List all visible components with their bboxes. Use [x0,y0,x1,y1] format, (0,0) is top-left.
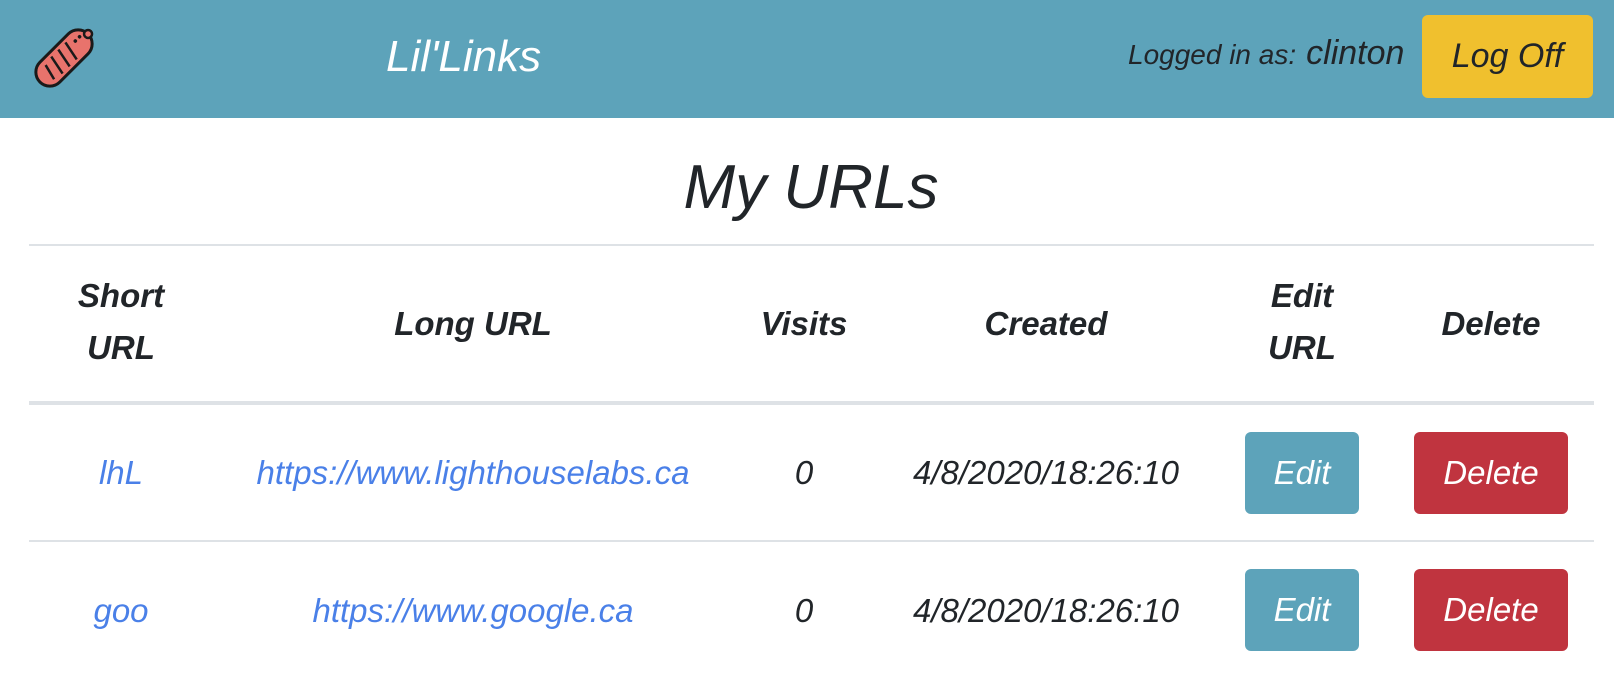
delete-button[interactable]: Delete [1414,432,1568,514]
row-divider [29,540,1594,542]
short-url-link[interactable]: goo [93,589,148,633]
column-header-delete: Delete [1441,305,1541,342]
log-off-button[interactable]: Log Off [1422,15,1593,98]
long-url-link[interactable]: https://www.google.ca [312,589,633,633]
login-status: Logged in as: clinton [1128,34,1404,84]
visits-count: 0 [794,454,814,491]
sausage-icon[interactable] [28,24,100,92]
column-header-long-url: Long URL [394,305,552,342]
logged-in-label: Logged in as: [1128,39,1297,70]
column-header-created: Created [984,305,1108,342]
created-date: 4/8/2020/18:26:10 [912,592,1180,629]
navbar: Lil'Links Logged in as: clinton Log Off [0,0,1614,118]
delete-button[interactable]: Delete [1414,569,1568,651]
column-header-short-url: Short URL [77,277,165,366]
edit-button[interactable]: Edit [1245,569,1359,651]
visits-count: 0 [794,592,814,629]
divider [29,244,1594,246]
column-header-edit-url: Edit URL [1268,277,1336,366]
brand-title[interactable]: Lil'Links [386,28,541,86]
long-url-link[interactable]: https://www.lighthouselabs.ca [257,451,690,495]
created-date: 4/8/2020/18:26:10 [912,454,1180,491]
header-divider [29,401,1594,405]
column-header-visits: Visits [760,305,848,342]
edit-button[interactable]: Edit [1245,432,1359,514]
short-url-link[interactable]: lhL [99,451,143,495]
username: clinton [1306,34,1405,72]
page-title: My URLs [683,153,939,222]
